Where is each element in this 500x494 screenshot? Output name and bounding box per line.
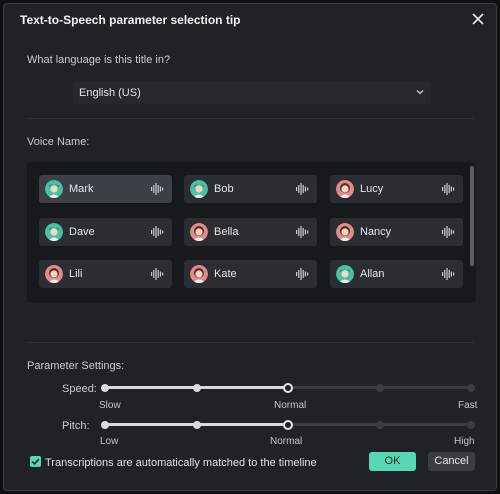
close-icon[interactable] [470,11,486,27]
pitch-mid-label: Normal [270,436,303,447]
avatar [45,223,63,241]
voice-card-bob[interactable]: Bob [184,175,317,203]
language-selected-value: English (US) [79,87,141,99]
waveform-icon [442,226,455,238]
voice-card-nancy[interactable]: Nancy [330,218,463,246]
tts-parameter-dialog: Text-to-Speech parameter selection tip W… [3,3,497,491]
waveform-icon [151,226,164,238]
slider-step[interactable] [192,420,201,429]
language-select[interactable]: English (US) [73,82,431,104]
divider [27,342,474,343]
avatar [45,265,63,283]
avatar [190,180,208,198]
waveform-icon [296,226,309,238]
speed-max-label: Fast [458,400,478,411]
voice-list-scrollbar[interactable] [470,166,474,266]
slider-step[interactable] [192,383,201,392]
divider [27,118,474,119]
waveform-icon [296,268,309,280]
slider-step[interactable] [467,383,475,392]
language-question: What language is this title in? [27,54,171,66]
voice-card-kate[interactable]: Kate [184,260,317,288]
cancel-button[interactable]: Cancel [428,452,475,471]
avatar [336,223,354,241]
auto-match-label: Transcriptions are automatically matched… [45,457,317,469]
voice-name: Kate [214,268,237,280]
speed-mid-label: Normal [274,400,307,411]
check-icon [31,458,40,465]
slider-thumb[interactable] [283,419,293,430]
avatar [190,223,208,241]
voice-name: Mark [69,183,94,195]
waveform-icon [442,268,455,280]
voice-name: Lucy [360,183,384,195]
avatar [336,265,354,283]
voice-card-mark[interactable]: Mark [39,175,172,203]
ok-button[interactable]: OK [369,452,416,471]
voice-name: Allan [360,268,385,280]
voice-name: Nancy [360,226,392,238]
avatar [45,180,63,198]
auto-match-checkbox[interactable] [30,456,41,467]
chevron-down-icon [416,90,424,95]
slider-step[interactable] [101,383,109,392]
speed-min-label: Slow [99,400,121,411]
waveform-icon [296,183,309,195]
waveform-icon [151,183,164,195]
speed-label: Speed: [62,383,97,395]
title-bar: Text-to-Speech parameter selection tip [4,4,496,34]
parameter-settings-label: Parameter Settings: [27,360,125,372]
slider-step[interactable] [467,420,475,429]
avatar [190,265,208,283]
slider-step[interactable] [101,420,109,429]
pitch-min-label: Low [100,436,119,447]
slider-step[interactable] [375,420,384,429]
slider-thumb[interactable] [283,382,293,393]
voice-card-lili[interactable]: Lili [39,260,172,288]
voice-card-lucy[interactable]: Lucy [330,175,463,203]
voice-name: Dave [69,226,95,238]
dialog-title: Text-to-Speech parameter selection tip [20,13,241,27]
pitch-max-label: High [454,436,475,447]
voice-name-label: Voice Name: [27,136,90,148]
pitch-label: Pitch: [62,420,90,432]
voice-name: Bella [214,226,239,238]
waveform-icon [151,268,164,280]
voice-name: Lili [69,268,83,280]
voice-name: Bob [214,183,234,195]
waveform-icon [442,183,455,195]
avatar [336,180,354,198]
slider-step[interactable] [375,383,384,392]
voice-card-dave[interactable]: Dave [39,218,172,246]
voice-card-allan[interactable]: Allan [330,260,463,288]
voice-card-bella[interactable]: Bella [184,218,317,246]
